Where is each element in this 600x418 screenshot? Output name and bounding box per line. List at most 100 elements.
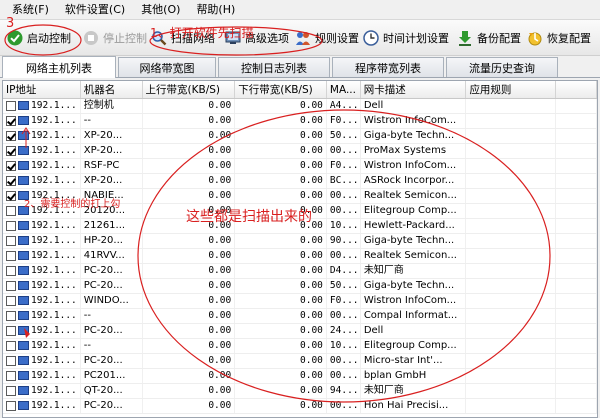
cell-upload: 0.00 (143, 369, 236, 383)
cell-ip: 192.1... (3, 114, 81, 128)
table-row[interactable]: 192.1... PC-20... 0.00 0.00 D4... 未知厂商 (3, 264, 597, 279)
row-checkbox[interactable] (6, 235, 16, 246)
cell-upload: 0.00 (143, 324, 236, 338)
cell-rule (466, 384, 557, 398)
col-mac[interactable]: MA... (327, 81, 361, 98)
row-checkbox[interactable] (6, 310, 16, 321)
row-checkbox[interactable] (6, 145, 16, 156)
row-checkbox[interactable] (6, 115, 16, 126)
row-checkbox[interactable] (6, 400, 16, 411)
cell-mac: 00... (327, 354, 361, 368)
col-rule[interactable]: 应用规则 (466, 81, 557, 98)
tab-control-log[interactable]: 控制日志列表 (218, 57, 330, 77)
cell-download: 0.00 (235, 399, 327, 413)
time-schedule-button[interactable]: 时间计划设置 (358, 24, 452, 52)
table-row[interactable]: 192.1... -- 0.00 0.00 00... Compal Informat..… (3, 309, 597, 324)
tab-host-list[interactable]: 网络主机列表 (2, 56, 116, 78)
menu-help[interactable]: 帮助(H) (188, 0, 243, 20)
cell-hostname: RSF-PC (81, 159, 143, 173)
col-extra (556, 81, 597, 98)
ip-text: 192.1... (31, 100, 77, 111)
row-checkbox[interactable] (6, 250, 16, 261)
cell-extra (556, 279, 597, 293)
ip-text: 192.1... (31, 250, 77, 261)
cell-nic: Hewlett-Packard... (361, 219, 467, 233)
ip-text: 192.1... (31, 220, 77, 231)
menu-other[interactable]: 其他(O) (133, 0, 188, 20)
cell-upload: 0.00 (143, 339, 236, 353)
row-checkbox[interactable] (6, 280, 16, 291)
computer-icon (18, 296, 29, 305)
row-checkbox[interactable] (6, 265, 16, 276)
col-nic[interactable]: 网卡描述 (361, 81, 467, 98)
cell-hostname: PC-20... (81, 324, 143, 338)
computer-icon (18, 266, 29, 275)
restore-config-button[interactable]: 恢复配置 (522, 24, 594, 52)
menu-bar: 系统(F) 软件设置(C) 其他(O) 帮助(H) (0, 0, 600, 20)
row-checkbox[interactable] (6, 130, 16, 141)
tab-bandwidth-chart[interactable]: 网络带宽图 (118, 57, 216, 77)
cell-ip: 192.1... (3, 339, 81, 353)
row-checkbox[interactable] (6, 175, 16, 186)
col-hostname[interactable]: 机器名 (81, 81, 143, 98)
col-download[interactable]: 下行带宽(KB/S) (235, 81, 327, 98)
grid-body: 192.1... 控制机 0.00 0.00 A4... Dell 192.1... -- 0.… (3, 99, 597, 414)
cell-nic: Realtek Semicon... (361, 189, 467, 203)
tab-traffic-history[interactable]: 流量历史查询 (446, 57, 558, 77)
ip-text: 192.1... (31, 265, 77, 276)
table-row[interactable]: 192.1... HP-20... 0.00 0.00 90... Giga-byte T… (3, 234, 597, 249)
col-ip[interactable]: IP地址 (3, 81, 81, 98)
toolbar: 启动控制 停止控制 扫描网络 高级选项 规则设置 时间计划设置 备份配置 恢复配… (0, 20, 600, 56)
menu-software-settings[interactable]: 软件设置(C) (57, 0, 133, 20)
row-checkbox[interactable] (6, 355, 16, 366)
row-checkbox[interactable] (6, 220, 16, 231)
row-checkbox[interactable] (6, 160, 16, 171)
row-checkbox[interactable] (6, 205, 16, 216)
cell-rule (466, 99, 557, 113)
cell-upload: 0.00 (143, 174, 236, 188)
table-row[interactable]: 192.1... -- 0.00 0.00 F0... Wistron InfoCom..… (3, 114, 597, 129)
cell-upload: 0.00 (143, 129, 236, 143)
cell-rule (466, 114, 557, 128)
row-checkbox[interactable] (6, 100, 16, 111)
rule-settings-label: 规则设置 (315, 31, 359, 45)
cell-rule (466, 204, 557, 218)
backup-config-button[interactable]: 备份配置 (452, 24, 522, 52)
tab-program-bandwidth[interactable]: 程序带宽列表 (332, 57, 444, 77)
table-row[interactable]: 192.1... XP-20... 0.00 0.00 BC... ASRock Inco… (3, 174, 597, 189)
table-row[interactable]: 192.1... 41RVV... 0.00 0.00 00... Realtek Sem… (3, 249, 597, 264)
cell-extra (556, 324, 597, 338)
cell-rule (466, 234, 557, 248)
backup-config-label: 备份配置 (477, 31, 521, 45)
row-checkbox[interactable] (6, 370, 16, 381)
row-checkbox[interactable] (6, 385, 16, 396)
table-row[interactable]: 192.1... PC-20... 0.00 0.00 24... Dell (3, 324, 597, 339)
cell-rule (466, 354, 557, 368)
table-row[interactable]: 192.1... XP-20... 0.00 0.00 50... Giga-byte T… (3, 129, 597, 144)
table-row[interactable]: 192.1... 控制机 0.00 0.00 A4... Dell (3, 99, 597, 114)
table-row[interactable]: 192.1... -- 0.00 0.00 10... Elitegroup Comp..… (3, 339, 597, 354)
cell-extra (556, 309, 597, 323)
host-grid[interactable]: IP地址 机器名 上行带宽(KB/S) 下行带宽(KB/S) MA... 网卡描… (2, 80, 598, 418)
cell-rule (466, 369, 557, 383)
stop-control-button[interactable]: 停止控制 (78, 24, 147, 52)
table-row[interactable]: 192.1... PC-20... 0.00 0.00 00... Hon Hai Pre… (3, 399, 597, 414)
table-row[interactable]: 192.1... QT-20... 0.00 0.00 94... 未知厂商 (3, 384, 597, 399)
col-upload[interactable]: 上行带宽(KB/S) (143, 81, 236, 98)
table-row[interactable]: 192.1... PC-20... 0.00 0.00 50... Giga-byte T… (3, 279, 597, 294)
table-row[interactable]: 192.1... XP-20... 0.00 0.00 00... ProMax Syst… (3, 144, 597, 159)
table-row[interactable]: 192.1... WINDO... 0.00 0.00 F0... Wistron Inf… (3, 294, 597, 309)
table-row[interactable]: 192.1... PC-20... 0.00 0.00 00... Micro-star … (3, 354, 597, 369)
row-checkbox[interactable] (6, 340, 16, 351)
cell-nic: Compal Informat... (361, 309, 467, 323)
ip-text: 192.1... (31, 385, 77, 396)
computer-icon (18, 281, 29, 290)
cell-ip: 192.1... (3, 384, 81, 398)
table-row[interactable]: 192.1... PC201... 0.00 0.00 00... bplan GmbH (3, 369, 597, 384)
row-checkbox[interactable] (6, 295, 16, 306)
computer-icon (18, 326, 29, 335)
table-row[interactable]: 192.1... RSF-PC 0.00 0.00 F0... Wistron InfoC… (3, 159, 597, 174)
rule-settings-button[interactable]: 规则设置 (290, 24, 359, 52)
row-checkbox[interactable] (6, 325, 16, 336)
row-checkbox[interactable] (6, 190, 16, 201)
